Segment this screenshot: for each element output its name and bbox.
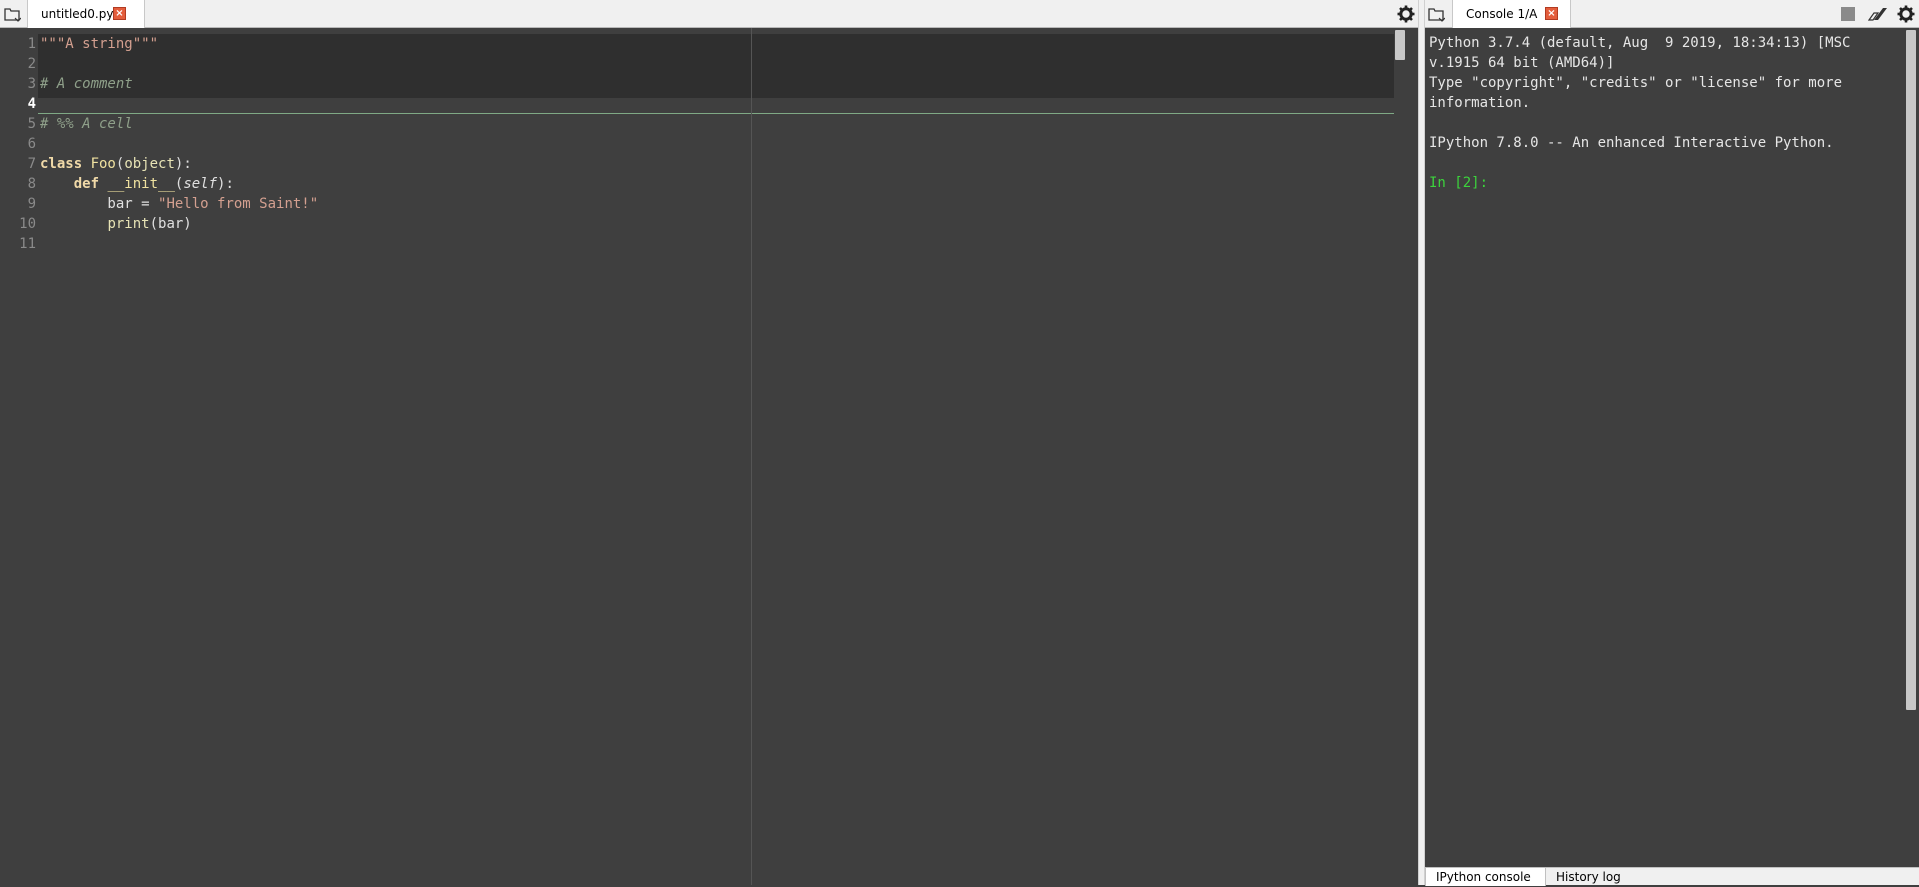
code-token: "Hello from Saint!" xyxy=(158,196,319,212)
eraser-icon[interactable] xyxy=(1868,7,1888,21)
code-token: bar = xyxy=(40,196,159,212)
tab-label: untitled0.py xyxy=(41,7,114,21)
code-token: # A comment xyxy=(40,76,133,92)
code-token: """A string""" xyxy=(40,36,159,52)
browse-tabs-icon[interactable] xyxy=(3,5,21,23)
tab-history-log[interactable]: History log xyxy=(1546,868,1631,886)
code-text: class Foo(object): xyxy=(40,154,192,174)
console-output-line: Python 3.7.4 (default, Aug 9 2019, 18:34… xyxy=(1429,35,1851,51)
line-number: 8 xyxy=(27,176,36,192)
code-token: object xyxy=(124,156,175,172)
close-icon[interactable]: × xyxy=(1545,7,1558,20)
gear-icon[interactable] xyxy=(1397,5,1415,23)
line-number: 9 xyxy=(27,196,36,212)
console-prompt: In [2]: xyxy=(1429,175,1489,191)
browse-tabs-icon[interactable] xyxy=(1427,5,1445,23)
code-token: # %% A cell xyxy=(40,116,133,132)
console-bottom-tabs: IPython console History log xyxy=(1425,867,1919,886)
code-line: 8 def __init__(self): xyxy=(0,174,1406,194)
line-number: 2 xyxy=(27,56,36,72)
console-output-line: v.1915 64 bit (AMD64)] xyxy=(1429,55,1615,71)
tab-console[interactable]: Console 1/A × xyxy=(1452,0,1571,28)
pane-splitter[interactable] xyxy=(1418,0,1425,885)
code-token: ): xyxy=(174,156,192,172)
tab-label: Console 1/A xyxy=(1466,7,1538,21)
line-number: 1 xyxy=(27,36,36,52)
code-line: 3 # A comment xyxy=(0,74,1406,94)
code-line: 6 xyxy=(0,134,1406,154)
console-tabbar: Console 1/A × xyxy=(1425,0,1919,28)
code-token: self xyxy=(183,176,218,192)
console-output-line: IPython 7.8.0 -- An enhanced Interactive… xyxy=(1429,135,1834,151)
code-line: 2 xyxy=(0,54,1406,74)
line-number: 6 xyxy=(27,136,36,152)
editor-scrollbar[interactable] xyxy=(1394,28,1406,885)
code-line: 11 xyxy=(0,234,1406,254)
line-number: 5 xyxy=(27,116,36,132)
line-number: 11 xyxy=(19,236,36,252)
console-scrollbar-thumb[interactable] xyxy=(1906,30,1916,710)
editor-pane: untitled0.py × 1 """A string""" 2 3 # A comm… xyxy=(0,0,1418,885)
code-text: def __init__(self): xyxy=(40,174,234,194)
code-token: ): xyxy=(217,176,234,192)
close-icon[interactable]: × xyxy=(113,7,126,20)
line-number: 10 xyxy=(19,216,36,232)
console-output[interactable]: Python 3.7.4 (default, Aug 9 2019, 18:34… xyxy=(1429,28,1899,863)
tab-ipython-console[interactable]: IPython console xyxy=(1425,868,1546,886)
code-token: class xyxy=(40,156,91,172)
code-text: """A string""" xyxy=(40,34,158,54)
code-token: Foo xyxy=(90,156,116,172)
console-output-line: Type "copyright", "credits" or "license"… xyxy=(1429,75,1843,91)
code-line: 7 class Foo(object): xyxy=(0,154,1406,174)
code-editor[interactable]: 1 """A string""" 2 3 # A comment 4 5 # %% A cel… xyxy=(0,28,1406,885)
console-pane: Console 1/A × Python 3.7.4 (default, Aug… xyxy=(1425,0,1919,886)
code-token: print xyxy=(107,216,150,232)
code-line: 9 bar = "Hello from Saint!" xyxy=(0,194,1406,214)
code-token: (bar) xyxy=(149,216,192,232)
code-text: bar = "Hello from Saint!" xyxy=(40,194,318,214)
code-line: 5 # %% A cell xyxy=(0,114,1406,134)
line-number: 3 xyxy=(27,76,36,92)
code-line: 10 print(bar) xyxy=(0,214,1406,234)
code-line: 1 """A string""" xyxy=(0,34,1406,54)
code-text: # A comment xyxy=(40,74,133,94)
tab-untitled0[interactable]: untitled0.py × xyxy=(27,0,145,28)
editor-scrollbar-thumb[interactable] xyxy=(1395,30,1405,60)
editor-tabbar: untitled0.py × xyxy=(0,0,1418,28)
code-text: print(bar) xyxy=(40,214,192,234)
code-token: __init__ xyxy=(107,176,175,192)
code-token: def xyxy=(73,176,108,192)
console-scrollbar[interactable] xyxy=(1905,28,1917,862)
line-number: 4 xyxy=(27,96,36,112)
gear-icon[interactable] xyxy=(1897,5,1915,23)
line-number: 7 xyxy=(27,156,36,172)
code-line: 4 xyxy=(0,94,1406,114)
stop-icon[interactable] xyxy=(1841,7,1855,21)
code-text: # %% A cell xyxy=(40,114,133,134)
console-output-line: information. xyxy=(1429,95,1531,111)
